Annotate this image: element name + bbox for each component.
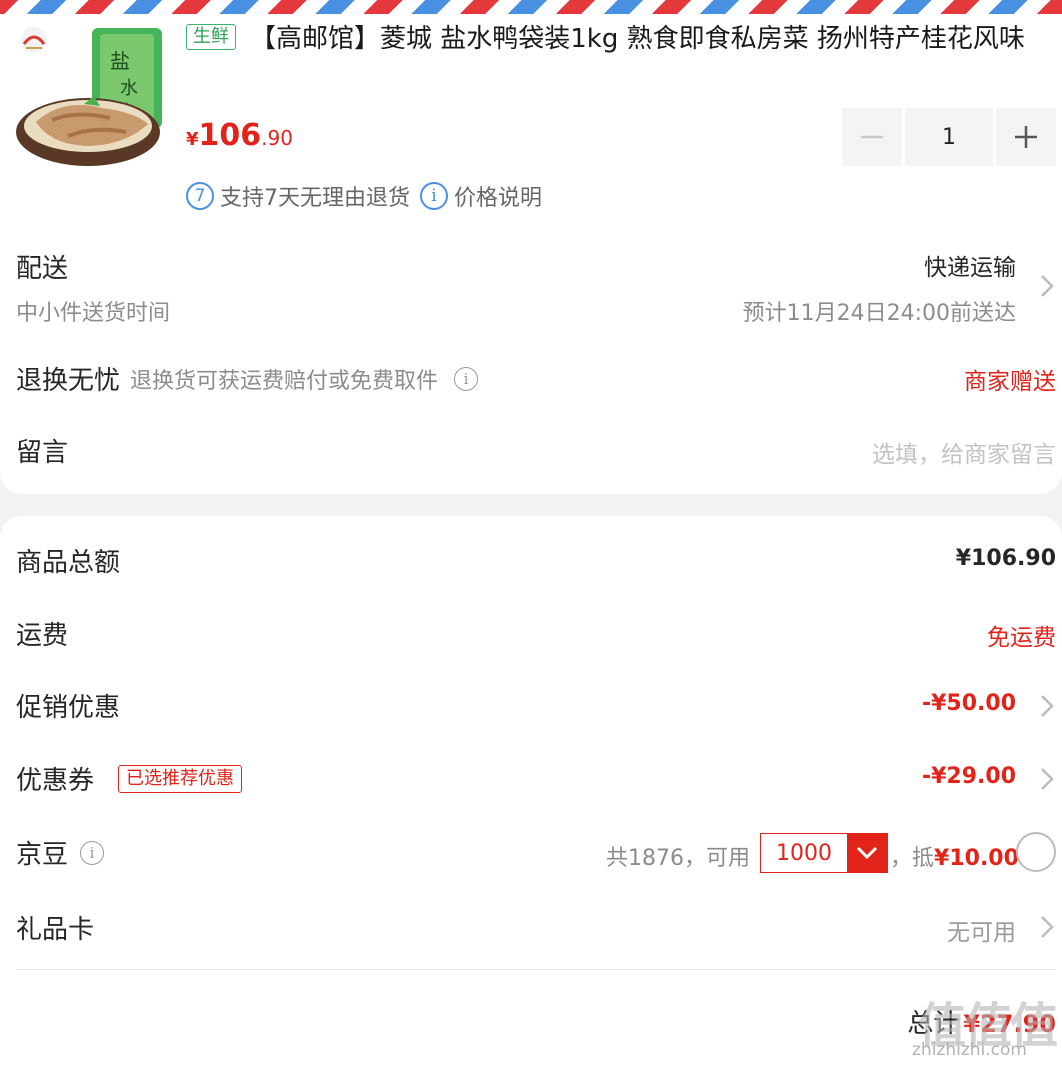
giftcard-label: 礼品卡	[16, 915, 95, 945]
coupon-recommended-tag: 已选推荐优惠	[118, 765, 242, 793]
returns-info-icon[interactable]: i	[454, 366, 479, 391]
coupon-chevron-icon[interactable]	[1038, 765, 1056, 793]
beans-radio[interactable]	[1016, 832, 1056, 872]
returns-desc: 退换货可获运费赔付或免费取件	[130, 368, 439, 394]
price-decimal: .90	[261, 126, 293, 150]
returns-value: 商家赠送	[964, 369, 1056, 395]
chevron-down-icon	[856, 846, 878, 860]
delivery-method[interactable]: 快递运输	[924, 248, 1016, 282]
message-input[interactable]: 选填，给商家留言	[872, 435, 1056, 469]
beans-row: 京豆 i	[16, 834, 105, 871]
info-icon: i	[420, 182, 448, 210]
decrease-button[interactable]	[842, 108, 902, 166]
price-integer: 106	[198, 118, 262, 153]
beans-dropdown-button[interactable]	[847, 834, 887, 872]
seven-day-return-text[interactable]: 支持7天无理由退货	[220, 180, 410, 212]
delivery-chevron-icon[interactable]	[1038, 272, 1056, 300]
watermark-url: zhizhizhi.com	[912, 1040, 1027, 1060]
svg-text:水: 水	[120, 78, 138, 99]
delivery-sublabel: 中小件送货时间	[16, 301, 171, 326]
fresh-tag: 生鲜	[186, 24, 236, 50]
shipping-label: 运费	[16, 621, 69, 651]
svg-text:盐: 盐	[110, 49, 130, 73]
beans-info-icon[interactable]: i	[80, 840, 105, 865]
message-label: 留言	[16, 438, 69, 468]
increase-button[interactable]	[996, 108, 1056, 166]
quantity-stepper: 1	[842, 108, 1056, 166]
airmail-border	[0, 0, 1062, 14]
product-image[interactable]: 盐 水 鸭	[14, 20, 166, 170]
minus-icon	[861, 135, 883, 139]
divider	[16, 969, 1056, 970]
shipping-value: 免运费	[987, 625, 1056, 651]
seven-day-return-icon: 7	[186, 182, 214, 210]
beans-total: 共1876，可用	[606, 846, 750, 871]
delivery-eta: 预计11月24日24:00前送达	[742, 301, 1016, 326]
price-currency: ¥	[186, 129, 199, 150]
product-price: ¥106.90	[186, 118, 293, 153]
product-title[interactable]: 【高邮馆】菱城 盐水鸭袋装1kg 熟食即食私房菜 扬州特产桂花风味	[186, 18, 1056, 60]
returns-row: 退换无忧 退换货可获运费赔付或免费取件 i	[16, 360, 479, 397]
beans-deduct-prefix: ，抵	[890, 846, 935, 871]
goods-total-value: ¥106.90	[955, 546, 1056, 571]
promotion-value[interactable]: -¥50.00	[922, 691, 1016, 716]
giftcard-chevron-icon[interactable]	[1038, 913, 1056, 941]
beans-deduct-value: ¥10.00	[934, 846, 1019, 871]
beans-select[interactable]: 1000	[760, 833, 888, 873]
coupon-label: 优惠券	[16, 766, 95, 796]
beans-label: 京豆	[16, 840, 69, 870]
coupon-value[interactable]: -¥29.00	[922, 764, 1016, 789]
returns-label: 退换无忧	[16, 366, 121, 396]
giftcard-value[interactable]: 无可用	[947, 913, 1016, 947]
goods-total-label: 商品总额	[16, 548, 121, 578]
plus-icon	[1015, 126, 1037, 148]
quantity-input[interactable]: 1	[905, 108, 993, 166]
delivery-label: 配送	[16, 254, 69, 284]
price-explanation-link[interactable]: 价格说明	[454, 180, 542, 212]
promotion-chevron-icon[interactable]	[1038, 692, 1056, 720]
beans-deduction: ，抵¥10.00	[890, 840, 1019, 872]
service-row: 7 支持7天无理由退货 i 价格说明	[186, 180, 542, 212]
beans-selected-value[interactable]: 1000	[761, 834, 847, 872]
promotion-label: 促销优惠	[16, 693, 121, 723]
